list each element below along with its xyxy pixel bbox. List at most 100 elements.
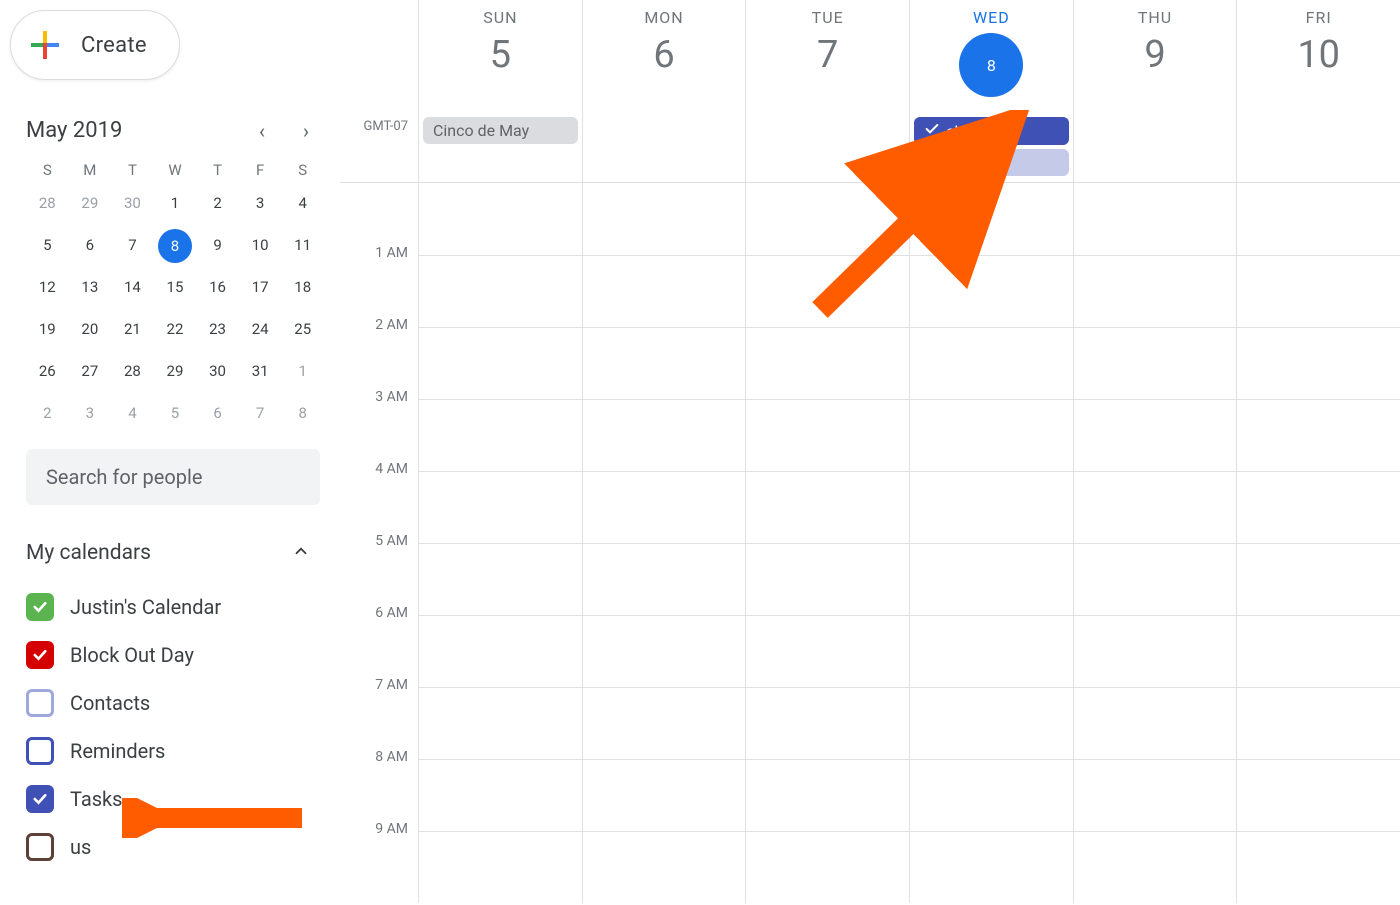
hour-cell[interactable]: [1073, 399, 1237, 471]
allday-cell-sun[interactable]: Cinco de May: [418, 115, 582, 182]
hour-cell[interactable]: [909, 471, 1073, 543]
hour-cell[interactable]: [418, 615, 582, 687]
hour-cell[interactable]: [745, 255, 909, 327]
mini-day[interactable]: 7: [111, 229, 154, 261]
hour-cell[interactable]: [1073, 183, 1237, 255]
hour-cell[interactable]: [582, 327, 746, 399]
hour-cell[interactable]: [909, 183, 1073, 255]
hour-cell[interactable]: [1073, 831, 1237, 903]
hour-cell[interactable]: [1236, 759, 1400, 831]
event-cinco-de-mayo[interactable]: Cinco de May: [423, 117, 578, 144]
hour-cell[interactable]: [745, 687, 909, 759]
mini-day[interactable]: 16: [196, 271, 239, 303]
hour-cell[interactable]: [1236, 831, 1400, 903]
calendar-checkbox[interactable]: [26, 737, 54, 765]
hour-cell[interactable]: [418, 687, 582, 759]
mini-day[interactable]: 3: [69, 397, 112, 429]
mini-day[interactable]: 6: [69, 229, 112, 261]
mini-day[interactable]: 17: [239, 271, 282, 303]
chevron-up-icon[interactable]: [292, 541, 310, 565]
mini-day[interactable]: 30: [111, 187, 154, 219]
calendar-checkbox[interactable]: [26, 785, 54, 813]
hour-cell[interactable]: [1073, 615, 1237, 687]
calendar-item-block-out-day[interactable]: Block Out Day: [26, 631, 330, 679]
task-clean-the[interactable]: clean the: [914, 117, 1069, 145]
hour-cell[interactable]: [418, 471, 582, 543]
mini-day[interactable]: 4: [281, 187, 324, 219]
calendar-item-reminders[interactable]: Reminders: [26, 727, 330, 775]
hour-cell[interactable]: [1073, 327, 1237, 399]
hour-cell[interactable]: [1236, 543, 1400, 615]
day-header-wed[interactable]: WED8: [909, 0, 1073, 115]
mini-day[interactable]: 21: [111, 313, 154, 345]
calendar-checkbox[interactable]: [26, 689, 54, 717]
hour-cell[interactable]: [909, 687, 1073, 759]
mini-day[interactable]: 22: [154, 313, 197, 345]
task-completed[interactable]: This is a t: [914, 149, 1069, 176]
day-header-fri[interactable]: FRI10: [1236, 0, 1400, 115]
mini-day[interactable]: 26: [26, 355, 69, 387]
hour-cell[interactable]: [909, 759, 1073, 831]
hour-cell[interactable]: [418, 327, 582, 399]
mini-day[interactable]: 1: [281, 355, 324, 387]
hour-cell[interactable]: [582, 615, 746, 687]
hour-cell[interactable]: [418, 831, 582, 903]
hour-cell[interactable]: [1073, 255, 1237, 327]
hour-cell[interactable]: [418, 543, 582, 615]
hour-cell[interactable]: [1236, 471, 1400, 543]
hour-cell[interactable]: [745, 327, 909, 399]
day-header-mon[interactable]: MON6: [582, 0, 746, 115]
hour-cell[interactable]: [582, 543, 746, 615]
hour-cell[interactable]: [1236, 327, 1400, 399]
hour-cell[interactable]: [582, 759, 746, 831]
mini-day[interactable]: 29: [154, 355, 197, 387]
mini-day[interactable]: 8: [154, 229, 197, 261]
mini-day[interactable]: 2: [26, 397, 69, 429]
hour-cell[interactable]: [745, 543, 909, 615]
hour-cell[interactable]: [1236, 255, 1400, 327]
mini-day[interactable]: 5: [26, 229, 69, 261]
calendar-item-contacts[interactable]: Contacts: [26, 679, 330, 727]
calendar-checkbox[interactable]: [26, 833, 54, 861]
mini-day[interactable]: 24: [239, 313, 282, 345]
hour-cell[interactable]: [909, 327, 1073, 399]
hour-cell[interactable]: [582, 687, 746, 759]
hour-cell[interactable]: [582, 255, 746, 327]
next-month-icon[interactable]: ›: [294, 119, 318, 143]
mini-day[interactable]: 28: [111, 355, 154, 387]
hour-cell[interactable]: [418, 183, 582, 255]
mini-day[interactable]: 12: [26, 271, 69, 303]
mini-day[interactable]: 14: [111, 271, 154, 303]
hour-cell[interactable]: [909, 831, 1073, 903]
mini-day[interactable]: 5: [154, 397, 197, 429]
mini-day[interactable]: 13: [69, 271, 112, 303]
hour-cell[interactable]: [418, 399, 582, 471]
calendar-item-tasks[interactable]: Tasks: [26, 775, 330, 823]
hour-cell[interactable]: [909, 399, 1073, 471]
mini-day[interactable]: 1: [154, 187, 197, 219]
hour-cell[interactable]: [418, 255, 582, 327]
hour-cell[interactable]: [745, 831, 909, 903]
mini-day[interactable]: 20: [69, 313, 112, 345]
mini-day[interactable]: 19: [26, 313, 69, 345]
hour-cell[interactable]: [745, 615, 909, 687]
mini-day[interactable]: 10: [239, 229, 282, 261]
hour-cell[interactable]: [909, 543, 1073, 615]
mini-day[interactable]: 25: [281, 313, 324, 345]
hour-cell[interactable]: [1073, 759, 1237, 831]
hour-cell[interactable]: [745, 759, 909, 831]
create-button[interactable]: Create: [10, 10, 180, 80]
hour-cell[interactable]: [582, 183, 746, 255]
mini-day[interactable]: 8: [281, 397, 324, 429]
mini-day[interactable]: 28: [26, 187, 69, 219]
hour-cell[interactable]: [1236, 183, 1400, 255]
hour-cell[interactable]: [1236, 399, 1400, 471]
mini-day[interactable]: 18: [281, 271, 324, 303]
hour-cell[interactable]: [745, 183, 909, 255]
day-header-thu[interactable]: THU9: [1073, 0, 1237, 115]
mini-day[interactable]: 31: [239, 355, 282, 387]
mini-day[interactable]: 9: [196, 229, 239, 261]
hour-cell[interactable]: [909, 255, 1073, 327]
hour-cell[interactable]: [745, 471, 909, 543]
mini-day[interactable]: 11: [281, 229, 324, 261]
